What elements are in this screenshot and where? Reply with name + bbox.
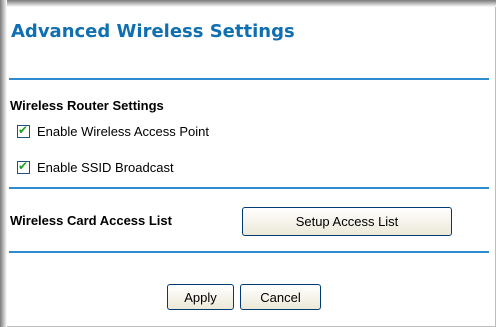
apply-button[interactable]: Apply	[167, 284, 234, 310]
enable-wireless-access-point-checkbox[interactable]: ✔	[17, 123, 30, 138]
checkmark-icon: ✔	[18, 159, 29, 173]
access-list-label: Wireless Card Access List	[10, 213, 172, 228]
option-wireless-access-point[interactable]: ✔ Enable Wireless Access Point	[17, 123, 209, 139]
divider-middle	[9, 187, 489, 189]
checkmark-icon: ✔	[18, 123, 29, 137]
divider-top	[9, 78, 489, 80]
page-title: Advanced Wireless Settings	[11, 21, 295, 42]
router-settings-heading: Wireless Router Settings	[10, 98, 164, 113]
divider-bottom	[9, 251, 489, 253]
left-edge-shadow	[0, 0, 7, 327]
cancel-button[interactable]: Cancel	[240, 284, 321, 310]
enable-wireless-access-point-label[interactable]: Enable Wireless Access Point	[37, 124, 209, 139]
option-ssid-broadcast[interactable]: ✔ Enable SSID Broadcast	[17, 159, 174, 175]
enable-ssid-broadcast-checkbox[interactable]: ✔	[17, 159, 30, 174]
top-edge-shadow	[0, 0, 496, 7]
enable-ssid-broadcast-label[interactable]: Enable SSID Broadcast	[37, 160, 174, 175]
setup-access-list-button[interactable]: Setup Access List	[242, 207, 452, 236]
